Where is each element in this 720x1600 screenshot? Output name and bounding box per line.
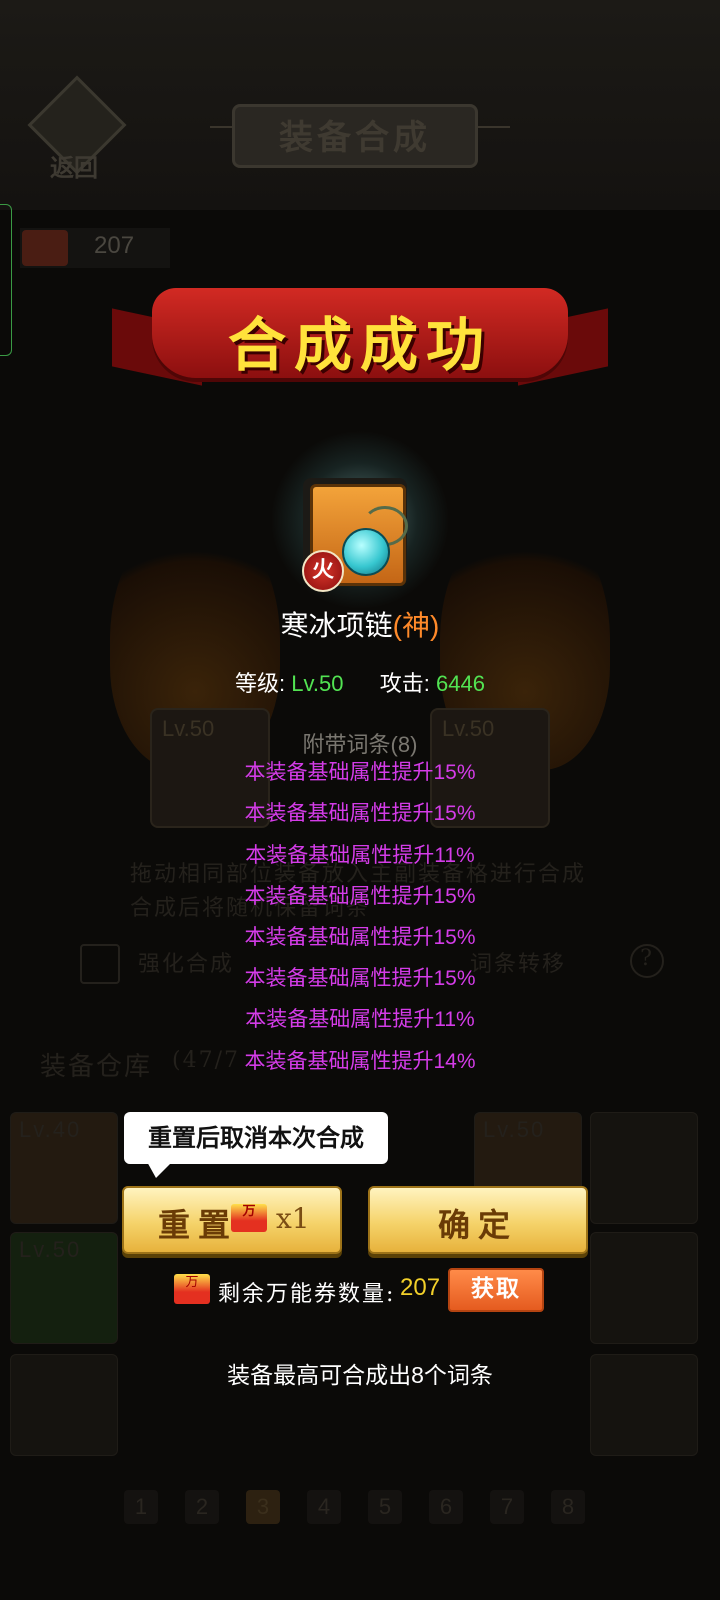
- page-button: 1: [124, 1490, 158, 1524]
- warehouse-cell: Lv.40: [10, 1112, 118, 1224]
- top-bar: 返回 装备合成: [0, 0, 720, 210]
- fire-element-badge: 火: [302, 550, 344, 592]
- tooltip-tail: [146, 1160, 174, 1178]
- affix-item: 本装备基础属性提升15%: [244, 967, 476, 990]
- remaining-value: 207: [400, 1274, 441, 1301]
- reset-cost: x1: [276, 1202, 310, 1235]
- affix-item: 本装备基础属性提升15%: [244, 926, 476, 949]
- affix-item: 本装备基础属性提升15%: [244, 802, 476, 825]
- max-affix-note: 装备最高可合成出8个词条: [227, 1362, 493, 1388]
- remaining-coupons: 万 剩余万能券数量: 207 获取: [170, 1268, 550, 1312]
- page-button: 5: [368, 1490, 402, 1524]
- affix-item: 本装备基础属性提升11%: [245, 844, 475, 867]
- page-button: 6: [429, 1490, 463, 1524]
- warehouse-cell: Lv.50: [10, 1232, 118, 1344]
- page-button: 4: [307, 1490, 341, 1524]
- item-name: 寒冰项链: [280, 610, 393, 641]
- attack-value: 6446: [435, 671, 485, 696]
- warehouse-cell: [590, 1112, 698, 1224]
- cell-level: Lv.40: [19, 1117, 82, 1142]
- page-button-active: 3: [246, 1490, 280, 1524]
- remaining-label: 剩余万能券数量:: [218, 1282, 396, 1307]
- affix-item: 本装备基础属性提升15%: [244, 761, 476, 784]
- level-value: Lv.50: [291, 671, 344, 696]
- necklace-pendant-icon: [342, 528, 390, 576]
- cell-level: Lv.50: [19, 1237, 82, 1262]
- attack-label: 攻击:: [379, 671, 430, 696]
- item-quality: (神): [392, 610, 440, 641]
- page-button: 7: [490, 1490, 524, 1524]
- reset-label: 重置: [158, 1206, 239, 1244]
- top-coupon-count: 207: [94, 232, 135, 259]
- success-banner: 合成成功: [112, 288, 608, 392]
- reset-tooltip: 重置后取消本次合成: [124, 1112, 388, 1164]
- level-label: 等级:: [235, 671, 286, 696]
- affix-title: 附带词条(8): [302, 732, 418, 757]
- item-name-line: 寒冰项链(神): [0, 604, 720, 644]
- confirm-label: 确定: [437, 1206, 518, 1244]
- side-edge-tab[interactable]: [0, 204, 12, 356]
- back-button[interactable]: 返回: [27, 75, 127, 182]
- top-coupon-counter: 207: [20, 228, 170, 268]
- back-label: 返回: [50, 153, 98, 182]
- affix-item: 本装备基础属性提升15%: [244, 885, 476, 908]
- cell-level: Lv.50: [483, 1117, 546, 1142]
- coupon-icon: [22, 230, 68, 266]
- reset-button[interactable]: 重置 万 x1: [122, 1186, 342, 1254]
- item-stats: 等级: Lv.50 攻击: 6446: [0, 666, 720, 698]
- affix-item: 本装备基础属性提升11%: [245, 1008, 475, 1031]
- success-title: 合成成功: [227, 311, 492, 379]
- page-button: 8: [551, 1490, 585, 1524]
- confirm-button[interactable]: 确定: [368, 1186, 588, 1254]
- page-button: 2: [185, 1490, 219, 1524]
- get-coupons-button[interactable]: 获取: [448, 1268, 544, 1312]
- coupon-icon: 万: [231, 1204, 267, 1232]
- coupon-icon: 万: [174, 1274, 210, 1304]
- warehouse-cell: [590, 1232, 698, 1344]
- page-title: 装备合成: [279, 118, 431, 158]
- affix-item: 本装备基础属性提升14%: [244, 1050, 476, 1073]
